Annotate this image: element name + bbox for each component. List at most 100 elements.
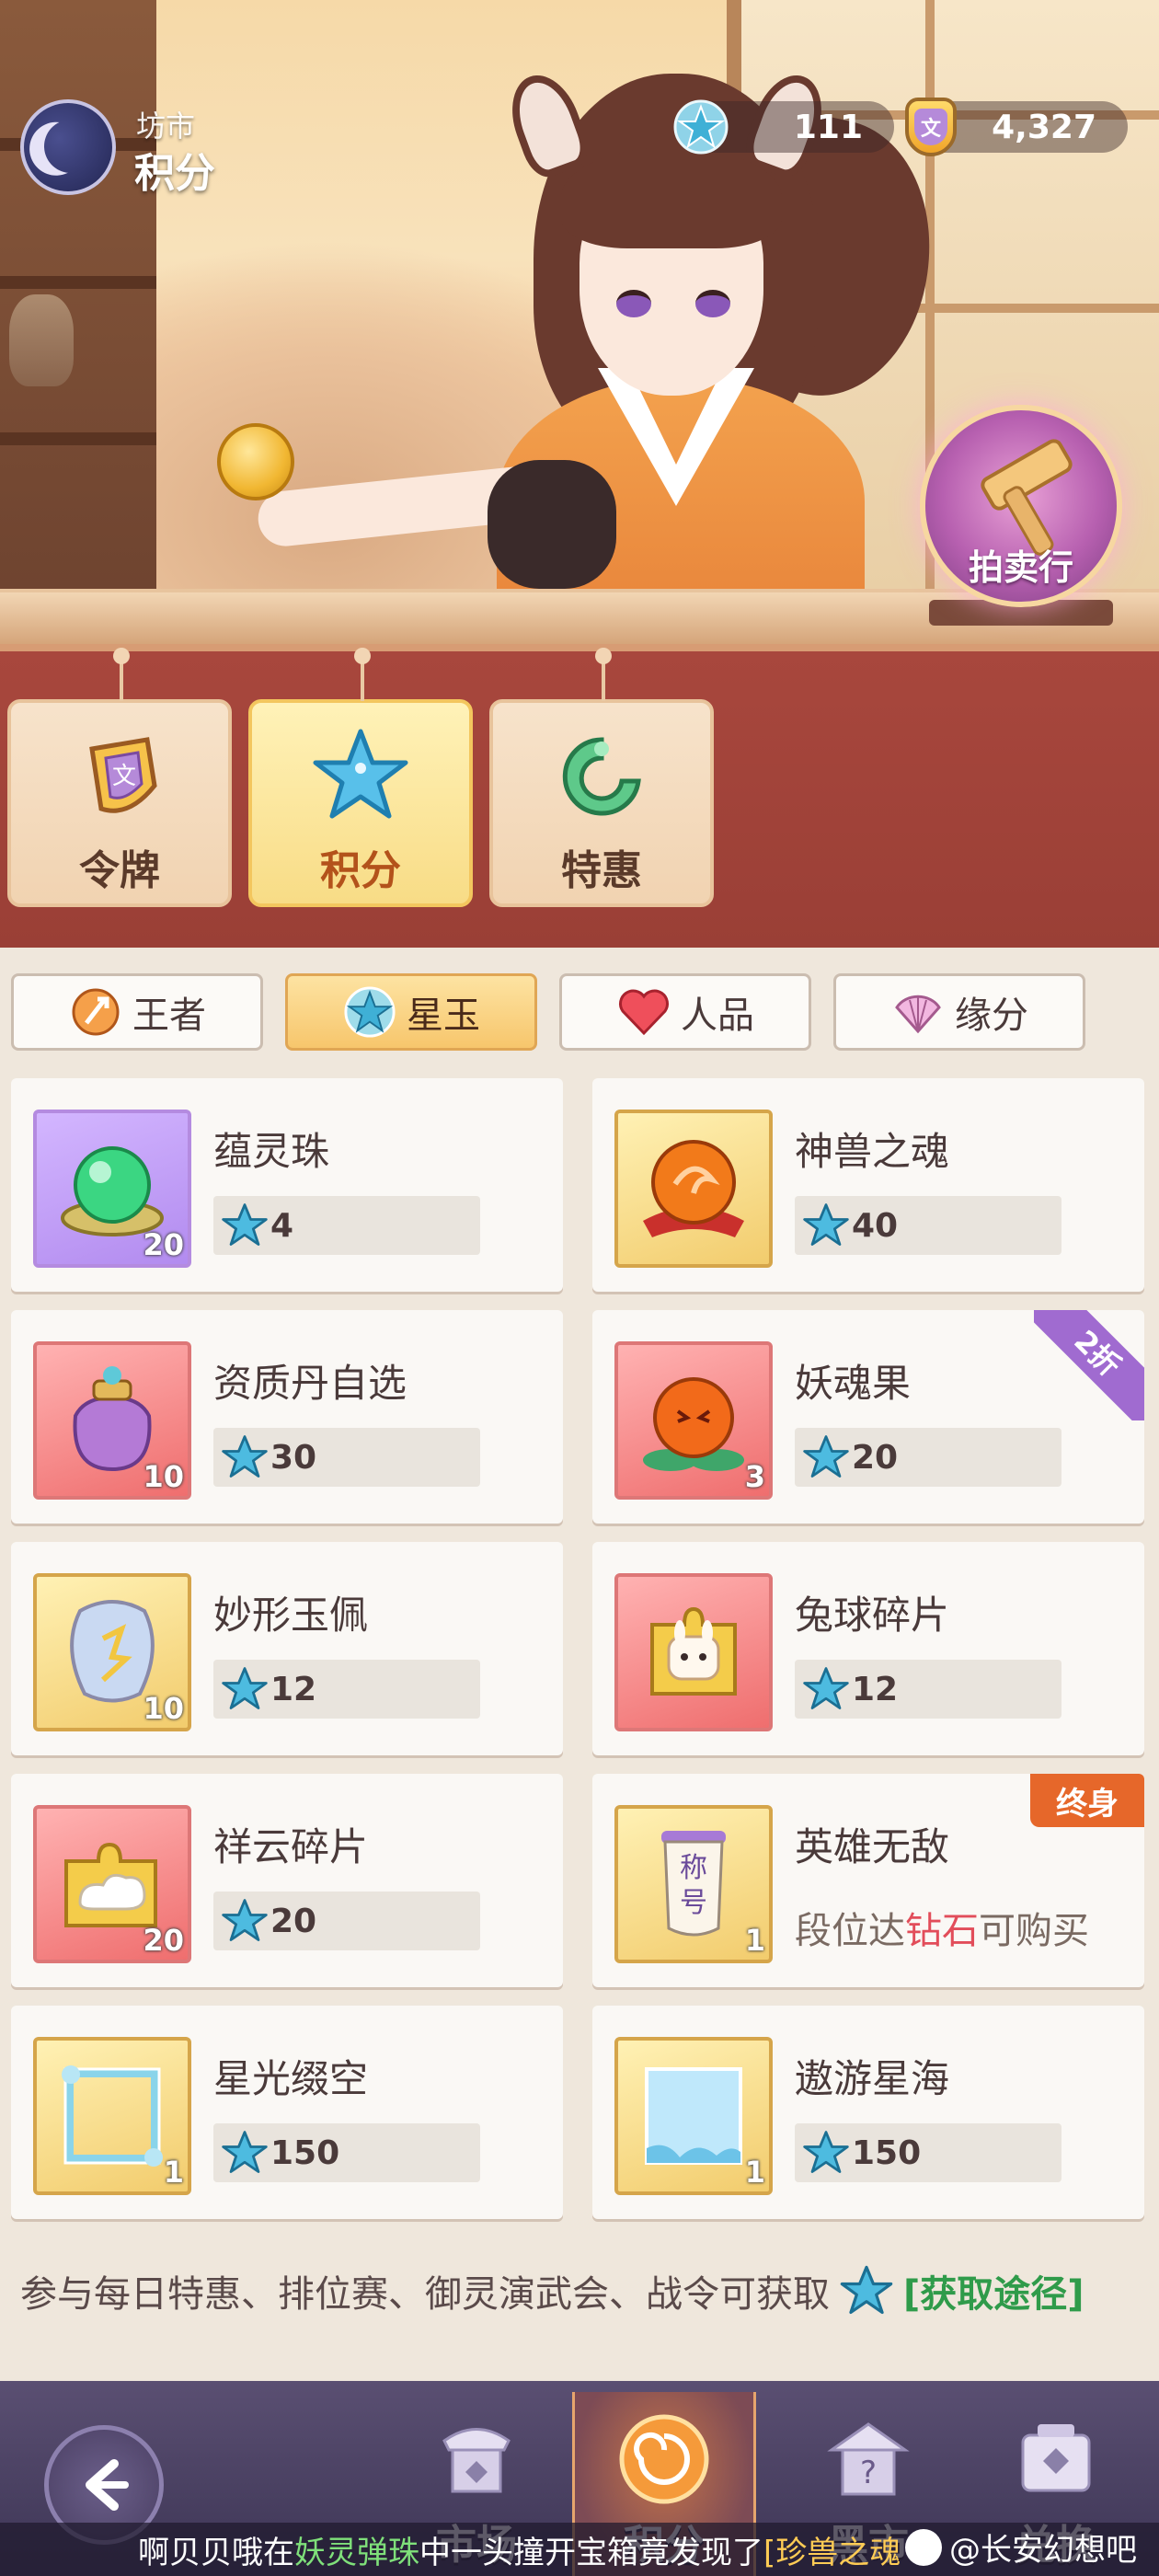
- shop-item-card[interactable]: 1 星光缀空 150: [11, 2006, 563, 2219]
- category-label: 特惠: [561, 847, 642, 894]
- subtab-star-jade[interactable]: 星玉: [285, 973, 537, 1051]
- shop-item-card[interactable]: 20 祥云碎片 20: [11, 1774, 563, 1987]
- star-jade-count: 111: [793, 108, 863, 146]
- jade-dragon-icon: [551, 730, 652, 822]
- item-name: 兔球碎片: [795, 1593, 950, 1638]
- svg-text:?: ?: [860, 2455, 877, 2491]
- star-jade-icon: [342, 984, 397, 1040]
- item-thumbnail: 20: [33, 1110, 191, 1268]
- item-price: 4: [213, 1196, 480, 1255]
- star-jade-icon: [222, 1203, 268, 1246]
- subtab-karma[interactable]: 人品: [559, 973, 811, 1051]
- starlight-frame-icon: [62, 2065, 163, 2167]
- item-price-value: 4: [270, 1206, 294, 1245]
- item-price-value: 12: [270, 1670, 317, 1708]
- token-coin-icon: 文: [901, 98, 960, 156]
- item-name: 星光缀空: [213, 2056, 369, 2101]
- lifetime-tag: 终身: [1030, 1774, 1144, 1827]
- item-price: 40: [795, 1196, 1061, 1255]
- shop-item-card[interactable]: 10 资质丹自选 30: [11, 1310, 563, 1524]
- back-arrow-icon: [86, 2459, 129, 2511]
- item-price-value: 40: [852, 1206, 899, 1245]
- shop-item-card[interactable]: 称号 1 英雄无敌 段位达钻石可购买 终身: [592, 1774, 1144, 1987]
- star-jade-icon: [803, 1435, 849, 1478]
- item-quantity: 1: [744, 2155, 765, 2190]
- item-price-value: 20: [852, 1438, 899, 1477]
- ticker-user: 啊贝贝哦在: [138, 2534, 294, 2571]
- vase-decoration: [9, 294, 74, 386]
- acquire-info-text: 参与每日特惠、排位赛、御灵演武会、战令可获取: [20, 2273, 830, 2316]
- category-tab-token[interactable]: 文 令牌: [7, 648, 232, 907]
- subtab-label: 星玉: [407, 995, 480, 1037]
- auction-label: 拍卖行: [968, 547, 1073, 588]
- subtab-label: 缘分: [955, 995, 1028, 1037]
- item-price-value: 20: [270, 1902, 317, 1940]
- category-tab-special[interactable]: 特惠: [489, 648, 714, 907]
- item-thumbnail: 20: [33, 1805, 191, 1963]
- points-swirl-icon: [614, 2409, 715, 2510]
- acquire-route-link[interactable]: [获取途径]: [903, 2264, 1084, 2317]
- item-thumbnail: 10: [33, 1573, 191, 1731]
- shop-item-card[interactable]: 神兽之魂 40: [592, 1078, 1144, 1292]
- item-thumbnail: 称号 1: [614, 1805, 773, 1963]
- item-price: 12: [795, 1660, 1061, 1719]
- subtab-label: 王者: [132, 995, 206, 1037]
- ticker-place: 妖灵弹珠: [294, 2534, 419, 2571]
- item-price-value: 12: [852, 1670, 899, 1708]
- item-name: 祥云碎片: [213, 1824, 369, 1869]
- item-price: 30: [213, 1428, 480, 1487]
- item-price-value: 150: [852, 2133, 922, 2172]
- token-icon: 文: [69, 730, 170, 822]
- item-thumbnail: 3: [614, 1341, 773, 1500]
- item-thumbnail: 10: [33, 1341, 191, 1500]
- item-quantity: 20: [143, 1227, 184, 1262]
- shelf: [0, 276, 156, 289]
- category-tab-points[interactable]: 积分: [248, 648, 473, 907]
- svg-text:文: 文: [112, 763, 136, 790]
- item-quantity: 10: [143, 1691, 184, 1726]
- shop-item-card[interactable]: 20 蕴灵珠 4: [11, 1078, 563, 1292]
- subtab-label: 人品: [681, 995, 754, 1037]
- svg-text:称: 称: [680, 1852, 707, 1884]
- shop-item-card[interactable]: 兔球碎片 12: [592, 1542, 1144, 1755]
- item-price-value: 150: [270, 2133, 340, 2172]
- item-price-value: 30: [270, 1438, 317, 1477]
- acquire-info: 参与每日特惠、排位赛、御灵演武会、战令可获取 [获取途径]: [20, 2261, 1084, 2320]
- token-balance[interactable]: 文 4,327: [905, 98, 1128, 156]
- star-jade-icon: [222, 1435, 268, 1478]
- item-name: 遨游星海: [795, 2056, 950, 2101]
- watermark: @长安幻想吧: [905, 2524, 1137, 2570]
- token-count: 4,327: [992, 108, 1096, 146]
- item-name: 蕴灵珠: [213, 1129, 330, 1174]
- item-quantity: 20: [143, 1923, 184, 1958]
- star-jade-icon: [840, 2265, 893, 2315]
- shelf: [0, 432, 156, 445]
- item-name: 神兽之魂: [795, 1129, 950, 1174]
- item-name: 英雄无敌: [795, 1824, 950, 1869]
- subtab-king[interactable]: 王者: [11, 973, 263, 1051]
- shop-item-card[interactable]: 10 妙形玉佩 12: [11, 1542, 563, 1755]
- shop-item-card[interactable]: 1 遨游星海 150: [592, 2006, 1144, 2219]
- item-price: 20: [213, 1892, 480, 1950]
- star-icon: [310, 729, 411, 822]
- ticker-prize: [珍兽之魂: [763, 2534, 901, 2571]
- item-price: 150: [213, 2123, 480, 2182]
- star-jade-balance[interactable]: 111: [673, 99, 894, 155]
- item-name: 妙形玉佩: [213, 1593, 369, 1638]
- demon-soul-fruit-icon: [643, 1377, 744, 1471]
- sword-icon: [68, 984, 123, 1040]
- item-quantity: 10: [143, 1459, 184, 1494]
- moon-badge-icon: [20, 99, 116, 195]
- discount-ribbon: 2折: [1034, 1310, 1144, 1420]
- subtab-fate[interactable]: 缘分: [833, 973, 1085, 1051]
- beast-soul-icon: [643, 1140, 744, 1237]
- star-jade-icon: [222, 1899, 268, 1941]
- exchange-icon: [1005, 2409, 1107, 2510]
- shell-icon: [890, 984, 946, 1040]
- item-name: 资质丹自选: [213, 1361, 407, 1406]
- item-price: 150: [795, 2123, 1061, 2182]
- shop-item-card[interactable]: 3 妖魂果 20 2折: [592, 1310, 1144, 1524]
- forum-logo-icon: [905, 2528, 942, 2566]
- item-quantity: 1: [163, 2155, 184, 2190]
- item-quantity: 3: [744, 1459, 765, 1494]
